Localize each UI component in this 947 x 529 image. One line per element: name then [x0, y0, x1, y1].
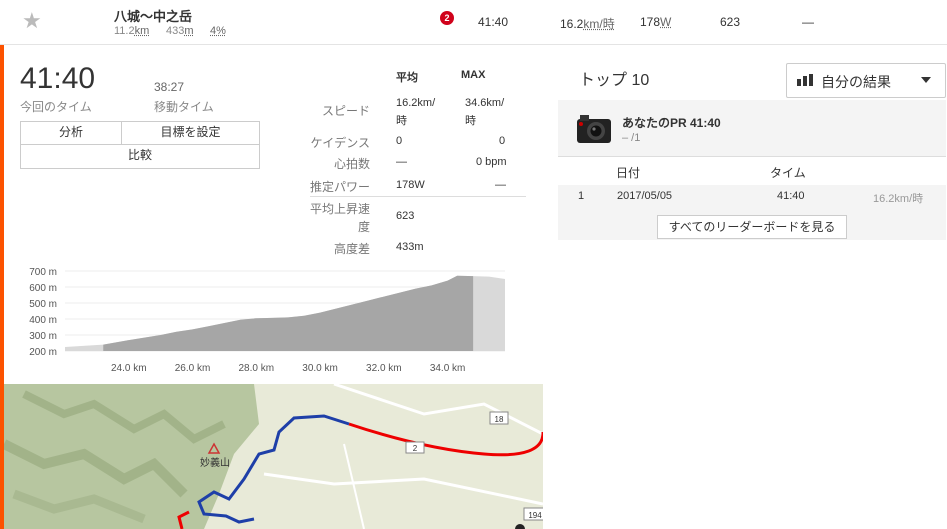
segment-time: 41:40 — [478, 15, 509, 29]
elev-unit: m — [184, 25, 194, 37]
moving-time: 38:27 — [154, 80, 185, 94]
stat-avg-cadence: 0 — [396, 135, 403, 147]
stat-avg-hr: — — [396, 156, 407, 168]
speed-value: 16.2 — [560, 17, 584, 31]
stat-max-power: — — [495, 179, 506, 191]
map-svg: 妙義山 18 2 194 — [4, 384, 543, 529]
star-icon[interactable]: ★ — [22, 8, 42, 34]
power-value: 178 — [640, 15, 661, 29]
stat-label-hr: 心拍数 — [333, 157, 370, 171]
analysis-button[interactable]: 分析 — [21, 122, 122, 145]
action-buttons: 分析 目標を設定 比較 — [20, 121, 260, 169]
y-tick-label: 400 m — [29, 315, 57, 326]
stat-label-cadence: ケイデンス — [310, 136, 370, 150]
col-date-header: 日付 — [616, 166, 641, 180]
top10-title: トップ 10 — [579, 72, 650, 89]
x-tick-label: 28.0 km — [239, 363, 275, 374]
stats-divider — [310, 196, 526, 197]
elapsed-label: 今回のタイム — [20, 100, 92, 114]
segment-elevation: 433m — [166, 25, 194, 37]
segment-vam: 623 — [720, 15, 741, 29]
stat-label-power: 推定パワー — [309, 180, 370, 194]
stat-max-cadence: 0 — [499, 135, 506, 147]
route-shield-label: 18 — [495, 415, 504, 424]
pr-label: あなたのPR 41:40 — [622, 116, 721, 130]
col-avg-header: 平均 — [396, 72, 418, 84]
segment-power: 178W — [640, 15, 671, 29]
y-tick-label: 200 m — [29, 347, 57, 358]
y-tick-label: 600 m — [29, 283, 57, 294]
elapsed-time: 41:40 — [20, 62, 96, 95]
distance-value: 11.2 — [114, 25, 135, 37]
stat-max-hr: 0 bpm — [476, 156, 507, 168]
see-all-leaderboard-button[interactable]: すべてのリーダーボードを見る — [657, 215, 847, 239]
col-max-header: MAX — [461, 69, 486, 81]
route-map[interactable]: 妙義山 18 2 194 — [4, 384, 543, 529]
set-goal-button[interactable]: 目標を設定 — [122, 122, 259, 145]
segment-name[interactable]: 八城～中之岳 — [114, 6, 192, 25]
moving-label: 移動タイム — [154, 100, 214, 114]
avatar[interactable] — [576, 112, 612, 146]
compare-button[interactable]: 比較 — [21, 145, 259, 168]
row-time: 41:40 — [777, 190, 805, 202]
mountain-label: 妙義山 — [200, 456, 230, 469]
x-tick-label: 34.0 km — [430, 363, 466, 374]
segment-grade: 4% — [210, 25, 226, 37]
x-tick-label: 32.0 km — [366, 363, 402, 374]
row-speed: 16.2km/時 — [873, 193, 924, 205]
stat-label-elev-diff: 高度差 — [333, 242, 370, 256]
y-tick-label: 300 m — [29, 331, 57, 342]
stat-avg-elev-diff: 433m — [396, 241, 424, 253]
x-tick-label: 30.0 km — [302, 363, 338, 374]
row-date: 2017/05/05 — [617, 190, 673, 202]
chevron-down-icon — [921, 77, 931, 83]
y-tick-label: 700 m — [29, 267, 57, 278]
x-tick-label: 26.0 km — [175, 363, 211, 374]
y-tick-label: 500 m — [29, 299, 57, 310]
leaderboard-panel: あなたのPR 41:40 – /1 日付 タイム 1 2017/05/05 41… — [558, 100, 946, 240]
rank-badge: 2 — [440, 11, 454, 25]
power-unit: W — [660, 15, 672, 29]
pr-rank: – /1 — [622, 132, 641, 144]
my-results-dropdown[interactable]: 自分の結果 — [786, 63, 946, 98]
x-tick-label: 24.0 km — [111, 363, 147, 374]
route-shield-label: 194 — [528, 511, 542, 520]
segment-hr: — — [802, 15, 814, 29]
stat-avg-speed: 16.2km/時 — [396, 97, 436, 127]
elev-value: 433 — [166, 25, 185, 37]
route-shield-label: 2 — [413, 444, 418, 453]
speed-unit: km/時 — [583, 17, 615, 31]
my-results-label: 自分の結果 — [821, 74, 891, 90]
table-row[interactable]: 1 2017/05/05 41:40 16.2km/時 — [558, 185, 946, 209]
bar-chart-icon — [797, 74, 813, 86]
elevation-chart: 700 m 600 m 500 m 400 m 300 m 200 m 24.0 km 26.… — [20, 265, 510, 380]
row-divider — [0, 44, 947, 45]
distance-unit: km — [134, 25, 150, 37]
row-rank: 1 — [578, 190, 585, 202]
segment-distance: 11.2km — [114, 25, 149, 37]
stat-avg-vam: 623 — [396, 210, 415, 222]
col-time-header: タイム — [770, 166, 806, 180]
segment-speed: 16.2km/時 — [560, 15, 615, 32]
stat-label-speed: スピード — [321, 104, 370, 118]
elevation-chart-svg: 700 m 600 m 500 m 400 m 300 m 200 m 24.0 km 26.… — [29, 267, 505, 374]
stat-max-speed: 34.6km/時 — [465, 97, 505, 127]
stat-label-vam: 平均上昇速度 — [309, 202, 370, 234]
stat-avg-power: 178W — [396, 179, 425, 191]
